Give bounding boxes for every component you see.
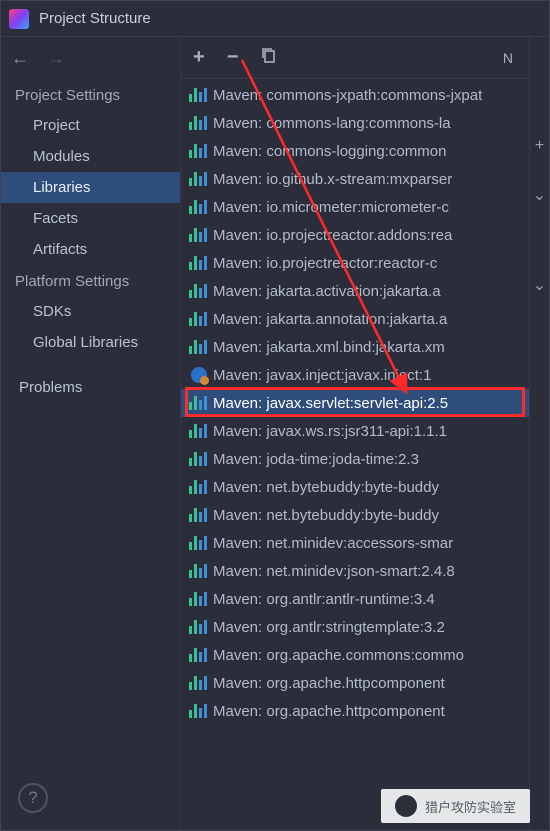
forward-arrow-icon[interactable]: →	[47, 48, 65, 69]
sidebar-item-sdks[interactable]: SDKs	[1, 296, 180, 327]
library-label: Maven: io.micrometer:micrometer-c	[213, 199, 449, 216]
library-label: Maven: org.antlr:stringtemplate:3.2	[213, 619, 445, 636]
library-label: Maven: jakarta.activation:jakarta.a	[213, 283, 441, 300]
library-item[interactable]: Maven: org.apache.httpcomponent	[181, 669, 529, 697]
library-item[interactable]: Maven: org.antlr:antlr-runtime:3.4	[181, 585, 529, 613]
library-icon	[189, 116, 207, 130]
library-label: Maven: joda-time:joda-time:2.3	[213, 451, 419, 468]
library-item[interactable]: Maven: io.projectreactor:reactor-c	[181, 249, 529, 277]
library-item[interactable]: Maven: commons-lang:commons-la	[181, 109, 529, 137]
library-label: Maven: org.apache.commons:commo	[213, 647, 464, 664]
library-icon	[189, 508, 207, 522]
library-label: Maven: net.bytebuddy:byte-buddy	[213, 479, 439, 496]
library-icon	[189, 340, 207, 354]
add-icon[interactable]: +	[535, 137, 544, 155]
copy-button[interactable]	[260, 46, 278, 70]
library-label: Maven: org.antlr:antlr-runtime:3.4	[213, 591, 435, 608]
library-icon	[189, 704, 207, 718]
sidebar-item-problems[interactable]: Problems	[1, 372, 180, 403]
library-label: Maven: org.apache.httpcomponent	[213, 675, 445, 692]
library-icon	[189, 172, 207, 186]
right-toolbar: + ⌄ ⌄	[529, 37, 549, 830]
library-item[interactable]: Maven: commons-logging:common	[181, 137, 529, 165]
sidebar-item-artifacts[interactable]: Artifacts	[1, 234, 180, 265]
library-label: Maven: jakarta.annotation:jakarta.a	[213, 311, 447, 328]
sidebar-item-libraries[interactable]: Libraries	[1, 172, 180, 203]
titlebar: Project Structure	[1, 1, 549, 37]
library-label: Maven: commons-jxpath:commons-jxpat	[213, 87, 482, 104]
library-item[interactable]: Maven: jakarta.activation:jakarta.a	[181, 277, 529, 305]
app-icon	[9, 9, 29, 29]
library-label: Maven: net.minidev:json-smart:2.4.8	[213, 563, 455, 580]
library-icon	[189, 88, 207, 102]
library-item[interactable]: Maven: io.projectreactor.addons:rea	[181, 221, 529, 249]
section-heading: Project Settings	[1, 79, 180, 110]
remove-button[interactable]: −	[227, 46, 239, 69]
library-item[interactable]: Maven: jakarta.xml.bind:jakarta.xm	[181, 333, 529, 361]
library-icon	[189, 592, 207, 606]
library-item[interactable]: Maven: net.minidev:json-smart:2.4.8	[181, 557, 529, 585]
library-label: Maven: javax.ws.rs:jsr311-api:1.1.1	[213, 423, 447, 440]
library-item[interactable]: Maven: io.micrometer:micrometer-c	[181, 193, 529, 221]
library-item[interactable]: Maven: jakarta.annotation:jakarta.a	[181, 305, 529, 333]
library-icon	[189, 424, 207, 438]
library-item[interactable]: Maven: org.apache.httpcomponent	[181, 697, 529, 725]
library-label: Maven: javax.servlet:servlet-api:2.5	[213, 395, 448, 412]
sidebar-item-facets[interactable]: Facets	[1, 203, 180, 234]
sidebar-item-global-libraries[interactable]: Global Libraries	[1, 327, 180, 358]
library-item[interactable]: Maven: net.bytebuddy:byte-buddy	[181, 501, 529, 529]
library-icon	[189, 256, 207, 270]
library-list[interactable]: Maven: commons-jxpath:commons-jxpat Maven…	[181, 79, 529, 830]
new-label: N	[503, 50, 517, 66]
library-toolbar: + − N	[181, 37, 529, 79]
library-label: Maven: commons-lang:commons-la	[213, 115, 451, 132]
library-item[interactable]: Maven: org.antlr:stringtemplate:3.2	[181, 613, 529, 641]
library-icon	[189, 144, 207, 158]
library-icon	[189, 228, 207, 242]
library-label: Maven: io.projectreactor.addons:rea	[213, 227, 452, 244]
library-icon	[189, 312, 207, 326]
library-item[interactable]: Maven: org.apache.commons:commo	[181, 641, 529, 669]
window-title: Project Structure	[39, 10, 151, 27]
library-item[interactable]: Maven: joda-time:joda-time:2.3	[181, 445, 529, 473]
library-label: Maven: org.apache.httpcomponent	[213, 703, 445, 720]
library-label: Maven: jakarta.xml.bind:jakarta.xm	[213, 339, 445, 356]
library-item[interactable]: Maven: net.minidev:accessors-smar	[181, 529, 529, 557]
chevron-down-icon[interactable]: ⌄	[533, 185, 546, 205]
back-arrow-icon[interactable]: ←	[11, 48, 29, 69]
library-icon	[189, 564, 207, 578]
library-icon	[189, 452, 207, 466]
library-icon	[189, 620, 207, 634]
section-heading: Platform Settings	[1, 265, 180, 296]
library-label: Maven: io.github.x-stream:mxparser	[213, 171, 452, 188]
library-icon	[189, 396, 207, 410]
library-icon	[189, 648, 207, 662]
help-button[interactable]: ?	[18, 783, 48, 813]
chevron-down-icon[interactable]: ⌄	[533, 275, 546, 295]
library-icon	[189, 200, 207, 214]
library-item[interactable]: Maven: net.bytebuddy:byte-buddy	[181, 473, 529, 501]
library-icon	[189, 480, 207, 494]
library-icon	[189, 676, 207, 690]
sidebar-item-project[interactable]: Project	[1, 110, 180, 141]
library-item[interactable]: Maven: javax.servlet:servlet-api:2.5	[181, 389, 529, 417]
sidebar-item-modules[interactable]: Modules	[1, 141, 180, 172]
library-label: Maven: net.bytebuddy:byte-buddy	[213, 507, 439, 524]
watermark: 猎户攻防实验室	[381, 789, 530, 823]
library-item[interactable]: Maven: io.github.x-stream:mxparser	[181, 165, 529, 193]
watermark-text: 猎户攻防实验室	[425, 797, 516, 816]
sidebar: ← → Project SettingsProjectModulesLibrar…	[1, 37, 181, 830]
library-label: Maven: commons-logging:common	[213, 143, 446, 160]
library-label: Maven: javax.inject:javax.inject:1	[213, 367, 431, 384]
library-icon	[189, 284, 207, 298]
library-label: Maven: net.minidev:accessors-smar	[213, 535, 453, 552]
library-item[interactable]: Maven: commons-jxpath:commons-jxpat	[181, 81, 529, 109]
library-item[interactable]: Maven: javax.inject:javax.inject:1	[181, 361, 529, 389]
library-item[interactable]: Maven: javax.ws.rs:jsr311-api:1.1.1	[181, 417, 529, 445]
library-special-icon	[191, 367, 207, 383]
add-button[interactable]: +	[193, 46, 205, 69]
library-label: Maven: io.projectreactor:reactor-c	[213, 255, 437, 272]
watermark-avatar-icon	[395, 795, 417, 817]
library-icon	[189, 536, 207, 550]
